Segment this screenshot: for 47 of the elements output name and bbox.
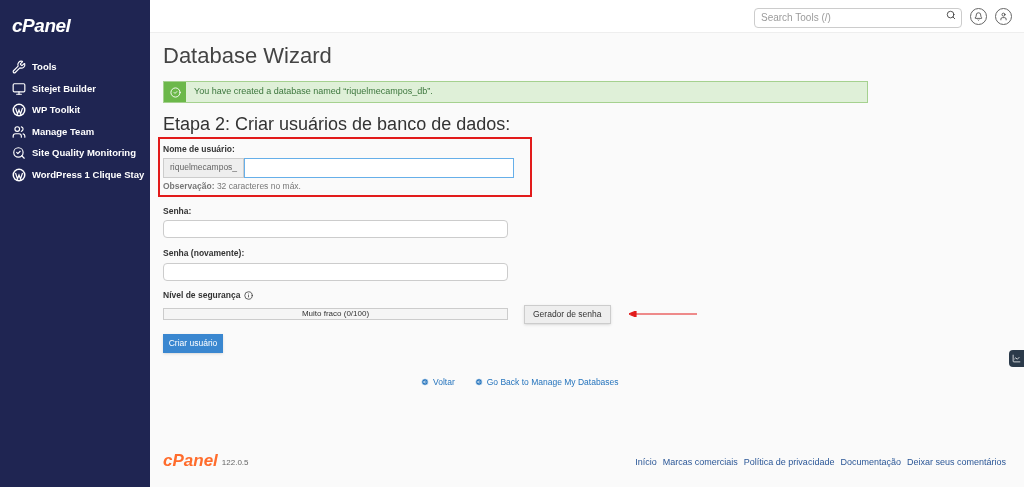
annotation-arrow: [628, 311, 697, 318]
alert-text: You have created a database named “riquelmecampos_db”.: [194, 85, 433, 99]
wordpress-icon: [12, 103, 26, 118]
sidebar-item[interactable]: Site Quality Monitoring: [8, 142, 150, 164]
monitor-icon: [12, 81, 26, 96]
field-label: Senha:: [163, 204, 193, 218]
strength-reading: Muito fraco (0/100): [301, 308, 370, 321]
stats-button[interactable]: [1009, 350, 1024, 367]
footer-link[interactable]: Política de privacidade: [743, 455, 835, 469]
magnifier-icon: [12, 146, 26, 161]
footer-link[interactable]: Documentação: [840, 455, 901, 469]
search-field[interactable]: Search Tools (/): [754, 7, 962, 28]
check-icon: [169, 86, 181, 98]
username-prefix: riquelmecampos_: [163, 157, 245, 178]
back-icon: [474, 378, 483, 387]
wordpress-icon: [12, 167, 26, 182]
nav-link[interactable]: Go Back to Manage My Databases: [474, 375, 619, 389]
chart-icon: [1012, 354, 1021, 363]
info-icon: [244, 290, 254, 300]
logo[interactable]: cPanel: [12, 12, 150, 41]
back-icon: [421, 378, 429, 387]
field-label: Nível de segurança: [163, 289, 241, 302]
sidebar-item[interactable]: Manage Team: [8, 121, 150, 143]
field-label: Nome de usuário:: [163, 143, 236, 156]
field-label: Senha (novamente):: [163, 247, 246, 260]
create-user-button[interactable]: Criar usuário: [163, 333, 223, 353]
password-generator-button[interactable]: Gerador de senha: [524, 304, 611, 324]
password-again-field[interactable]: [163, 263, 508, 281]
search-icon: [946, 10, 956, 20]
field-note: Observação: 32 caracteres no máx.: [163, 179, 302, 193]
sidebar-item[interactable]: Tools: [8, 56, 150, 78]
footer-link[interactable]: Deixar seus comentários: [906, 455, 1006, 469]
sidebar-item[interactable]: Sitejet Builder: [8, 78, 150, 100]
footer-link[interactable]: Início: [635, 455, 657, 469]
username-field[interactable]: [244, 157, 515, 178]
tools-icon: [12, 60, 26, 75]
nav-link[interactable]: Voltar: [421, 375, 455, 389]
password-field[interactable]: [163, 220, 508, 239]
sidebar-item[interactable]: WP Toolkit: [8, 99, 150, 121]
team-icon: [12, 124, 26, 139]
user-icon: [999, 11, 1008, 21]
footer-link[interactable]: Marcas comerciais: [662, 455, 738, 469]
bell-icon: [974, 11, 983, 21]
page-title: Database Wizard: [163, 42, 333, 70]
sidebar-item[interactable]: WordPress 1 Clique Stay: [8, 164, 150, 186]
version-text: 122.0.5: [221, 457, 249, 469]
step-title: Etapa 2: Criar usuários de banco de dados:: [163, 113, 512, 135]
